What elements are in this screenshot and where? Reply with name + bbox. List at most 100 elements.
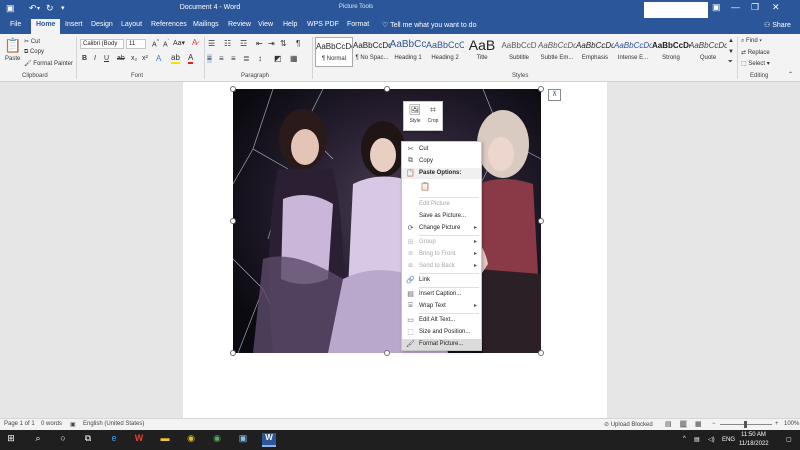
word-count[interactable]: 0 words (41, 421, 62, 427)
style-intense-emphasis[interactable]: AaBbCcDd Intense E... (614, 37, 652, 67)
edge-icon[interactable]: e (107, 433, 121, 447)
web-layout-icon[interactable]: ▦ (695, 420, 702, 428)
selected-picture[interactable] (233, 89, 541, 353)
styles-scroll-up-icon[interactable]: ▲ (728, 38, 734, 44)
style-subtle-emphasis[interactable]: AaBbCcDd Subtle Em... (538, 37, 576, 67)
resize-handle-left[interactable] (230, 218, 236, 224)
wps-icon[interactable]: W (132, 433, 146, 447)
font-name-box[interactable]: Calibri (Body (80, 39, 124, 49)
chrome-alt-icon[interactable]: ◉ (210, 433, 224, 447)
menu-item-save-as-picture[interactable]: Save as Picture... (402, 211, 481, 222)
resize-handle-top[interactable] (384, 86, 390, 92)
tab-view[interactable]: View (258, 21, 273, 28)
close-icon[interactable]: ✕ (772, 2, 780, 13)
crop-button[interactable]: ⌗ Crop (424, 105, 442, 124)
volume-icon[interactable]: ◁) (708, 436, 715, 443)
font-size-box[interactable]: 11 (126, 39, 146, 49)
tray-chevron-icon[interactable]: ^ (683, 436, 686, 442)
borders-icon[interactable]: ▦ (290, 54, 298, 63)
language-indicator[interactable]: ENG (722, 437, 735, 443)
justify-icon[interactable]: ≣ (243, 54, 250, 63)
tab-file[interactable]: File (10, 21, 21, 28)
replace-button[interactable]: ⇄ Replace (741, 49, 770, 56)
language-status[interactable]: English (United States) (83, 421, 144, 427)
notification-icon[interactable]: ▢ (786, 436, 792, 443)
italic-icon[interactable]: I (94, 55, 96, 62)
resize-handle-bottom[interactable] (384, 350, 390, 356)
ribbon-display-icon[interactable]: ▣ (712, 2, 721, 13)
zoom-out-icon[interactable]: − (712, 421, 716, 427)
style-title[interactable]: AaB Title (463, 37, 501, 67)
task-view-icon[interactable]: ⧉ (81, 433, 95, 447)
tab-review[interactable]: Review (228, 21, 251, 28)
shading-icon[interactable]: ◩ (274, 54, 282, 63)
resize-handle-bottom-left[interactable] (230, 350, 236, 356)
menu-item-format-picture[interactable]: 🖌 Format Picture... (402, 339, 481, 350)
notepad-icon[interactable]: ▣ (236, 433, 250, 447)
select-button[interactable]: ⬚ Select ▾ (741, 60, 770, 67)
underline-icon[interactable]: U (104, 55, 109, 62)
style-strong[interactable]: AaBbCcDc Strong (652, 37, 690, 67)
sort-icon[interactable]: ⇅ (280, 39, 287, 48)
layout-options-icon[interactable]: ⊼ (548, 89, 561, 101)
zoom-level[interactable]: 100% (784, 421, 799, 427)
chrome-icon[interactable]: ◉ (184, 433, 198, 447)
menu-item-wrap-text[interactable]: ⌸ Wrap Text ▸ (402, 301, 481, 312)
windows-start-icon[interactable]: ⊞ (4, 433, 18, 447)
strikethrough-icon[interactable]: ab (117, 55, 125, 62)
clock-date[interactable]: 11/18/2022 (739, 441, 769, 447)
zoom-slider[interactable] (720, 421, 772, 428)
grow-font-icon[interactable]: A^ (152, 39, 159, 48)
align-left-icon[interactable]: ≡ (207, 54, 212, 63)
cortana-icon[interactable]: ○ (56, 433, 70, 447)
tab-references[interactable]: References (151, 21, 187, 28)
menu-item-change-picture[interactable]: ⟳ Change Picture ▸ (402, 223, 481, 234)
shrink-font-icon[interactable]: Aˇ (163, 39, 169, 48)
tab-wps-pdf[interactable]: WPS PDF (307, 21, 339, 28)
tab-format[interactable]: Format (347, 21, 369, 28)
style-quote[interactable]: AaBbCcDd Quote (689, 37, 727, 67)
tab-design[interactable]: Design (91, 21, 113, 28)
show-marks-icon[interactable]: ¶ (296, 39, 300, 48)
style-heading-2[interactable]: AaBbCcC Heading 2 (426, 37, 464, 67)
resize-handle-bottom-right[interactable] (538, 350, 544, 356)
clear-formatting-icon[interactable]: A̷ (192, 38, 197, 47)
tab-insert[interactable]: Insert (65, 21, 83, 28)
copy-button[interactable]: ⧉ Copy (24, 49, 44, 56)
format-painter-button[interactable]: 🖌 Format Painter (24, 60, 73, 67)
resize-handle-top-left[interactable] (230, 86, 236, 92)
style-heading-1[interactable]: AaBbCc Heading 1 (389, 37, 427, 67)
collapse-ribbon-icon[interactable]: ⌃ (788, 71, 793, 78)
align-right-icon[interactable]: ≡ (231, 54, 236, 63)
style-normal[interactable]: AaBbCcDd ¶ Normal (315, 37, 353, 67)
style-emphasis[interactable]: AaBbCcDd Emphasis (576, 37, 614, 67)
menu-item-cut[interactable]: ✂ Cut (402, 144, 481, 155)
highlight-icon[interactable]: ab (171, 54, 180, 64)
menu-item-size-and-position[interactable]: ⬚ Size and Position... (402, 327, 481, 338)
zoom-slider-thumb[interactable] (744, 421, 747, 428)
menu-item-insert-caption[interactable]: ▤ Insert Caption... (402, 289, 481, 300)
tell-me-search[interactable]: ♡ Tell me what you want to do (382, 21, 476, 29)
sign-in-box[interactable] (644, 2, 708, 18)
styles-more-icon[interactable]: ⏷ (728, 59, 733, 66)
decrease-indent-icon[interactable]: ⇤ (256, 39, 263, 48)
numbering-icon[interactable]: ☷ (224, 39, 231, 48)
tab-home[interactable]: Home (31, 19, 61, 34)
style-no-spacing[interactable]: AaBbCcDd ¶ No Spac... (353, 37, 391, 67)
menu-item-copy[interactable]: ⧉ Copy (402, 156, 481, 167)
resize-handle-top-right[interactable] (538, 86, 544, 92)
print-layout-icon[interactable]: ▥ (680, 420, 687, 428)
align-center-icon[interactable]: ≡ (219, 54, 224, 63)
tab-layout[interactable]: Layout (121, 21, 142, 28)
focus-mode-icon[interactable]: ▤ (665, 420, 672, 428)
superscript-icon[interactable]: x² (142, 55, 148, 62)
share-button[interactable]: ⚇ Share (764, 21, 791, 29)
menu-item-edit-alt-text[interactable]: ▭ Edit Alt Text... (402, 315, 481, 326)
styles-scroll-down-icon[interactable]: ▼ (728, 49, 734, 55)
restore-icon[interactable]: ❐ (751, 2, 759, 13)
style-button[interactable]: 🖼 Style (406, 105, 424, 124)
page-count[interactable]: Page 1 of 1 (4, 421, 35, 427)
subscript-icon[interactable]: x₂ (131, 55, 137, 62)
style-subtitle[interactable]: AaBbCcD Subtitle (500, 37, 538, 67)
file-explorer-icon[interactable]: ▬ (158, 433, 172, 447)
